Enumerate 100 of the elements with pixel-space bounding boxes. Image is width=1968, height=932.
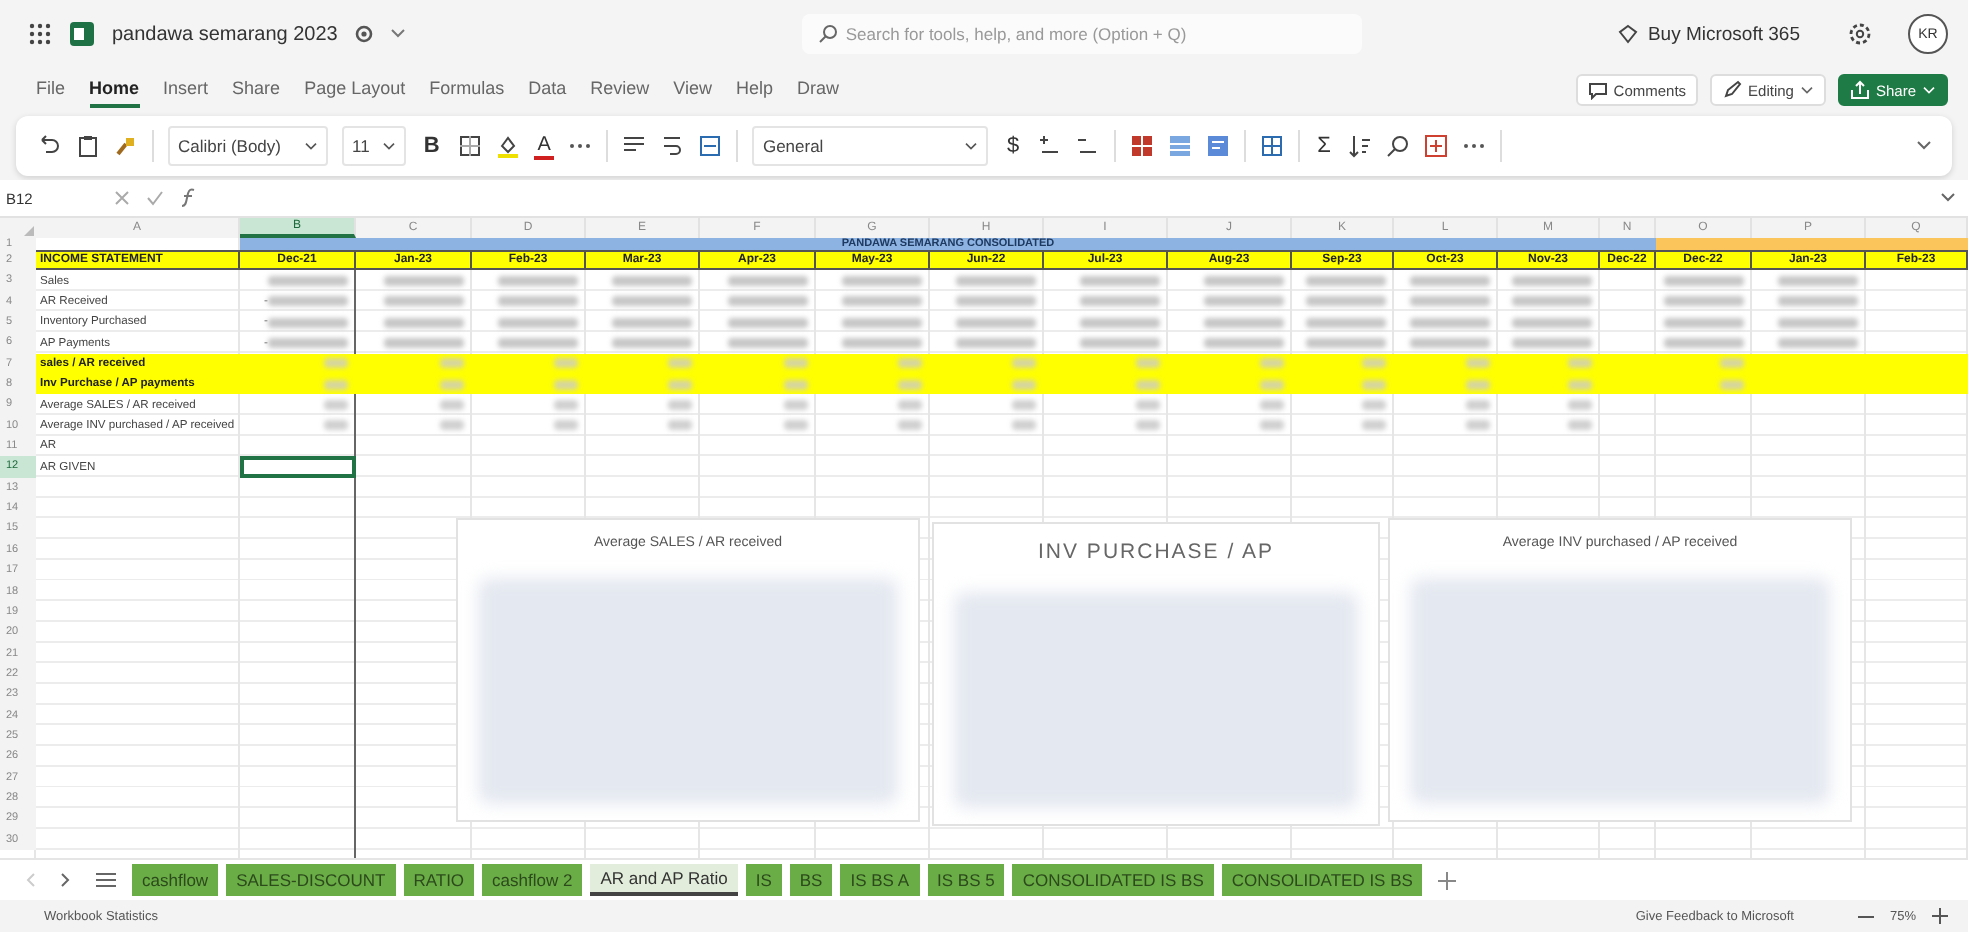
blurred-value <box>384 276 464 287</box>
font-dropdown[interactable]: Calibri (Body) <box>168 126 328 166</box>
menu-tab[interactable]: Page Layout <box>304 72 406 108</box>
blurred-value <box>898 400 922 411</box>
number-format-dropdown[interactable]: General <box>752 126 989 166</box>
sheet-tab[interactable]: CONSOLIDATED IS BS <box>1221 864 1423 896</box>
blurred-value <box>1012 379 1036 390</box>
align-icon[interactable] <box>622 136 647 156</box>
decrease-decimal-icon[interactable] <box>1075 134 1100 158</box>
sheet-tab[interactable]: IS <box>745 864 782 896</box>
cloud-sync-icon[interactable] <box>353 24 374 44</box>
menu-tab[interactable]: Share <box>232 72 281 108</box>
more-icon[interactable] <box>1462 142 1487 150</box>
cells-icon[interactable] <box>1259 134 1284 158</box>
blurred-value <box>956 338 1036 349</box>
increase-decimal-icon[interactable] <box>1037 134 1062 158</box>
add-ins-icon[interactable] <box>1424 134 1449 158</box>
blurred-value <box>324 379 348 390</box>
currency-button[interactable]: $ <box>1002 134 1024 158</box>
search-field[interactable]: Search for tools, help, and more (Option + Q) <box>801 14 1362 54</box>
blurred-value <box>612 296 692 307</box>
merge-icon[interactable] <box>698 134 723 158</box>
sheet-tab[interactable]: SALES-DISCOUNT <box>226 864 396 896</box>
blurred-value <box>384 296 464 307</box>
font-color-button[interactable]: A <box>533 133 555 159</box>
sheet-tab[interactable]: RATIO <box>403 864 475 896</box>
sheet-tab[interactable]: BS <box>789 864 833 896</box>
zoom-out-icon[interactable] <box>1857 913 1874 919</box>
clipboard-icon[interactable] <box>76 134 100 158</box>
document-title[interactable]: pandawa semarang 2023 <box>112 23 338 45</box>
menu-tab[interactable]: Insert <box>163 72 209 108</box>
blurred-value <box>268 296 348 307</box>
sheet-tab[interactable]: IS BS A <box>840 864 920 896</box>
add-sheet-icon[interactable] <box>1438 871 1457 889</box>
blurred-value <box>440 400 464 411</box>
menu-tab[interactable]: Data <box>528 72 567 108</box>
caret-icon[interactable] <box>389 28 406 40</box>
borders-icon[interactable] <box>457 134 482 158</box>
blurred-value <box>1362 358 1386 369</box>
blurred-value <box>728 296 808 307</box>
paintbrush-icon[interactable] <box>114 134 138 158</box>
blurred-value <box>498 276 578 287</box>
sheet-tab[interactable]: cashflow <box>132 864 219 896</box>
sheet-tab[interactable]: cashflow 2 <box>482 864 583 896</box>
blurred-value <box>1012 358 1036 369</box>
check-icon[interactable] <box>146 190 164 206</box>
caret-icon <box>304 141 318 151</box>
sheet-tab[interactable]: CONSOLIDATED IS BS <box>1012 864 1214 896</box>
fill-color-icon[interactable] <box>495 134 520 158</box>
caret-icon <box>1922 85 1936 95</box>
buy-button[interactable]: Buy Microsoft 365 <box>1643 19 1804 49</box>
blurred-value <box>784 358 808 369</box>
next-sheet-icon[interactable] <box>60 872 72 888</box>
menu-tab[interactable]: Formulas <box>429 72 505 108</box>
menu-icon[interactable] <box>96 872 116 888</box>
blurred-value <box>554 420 578 431</box>
blurred-value <box>1306 317 1386 328</box>
function-icon[interactable] <box>180 188 198 208</box>
blurred-value <box>612 317 692 328</box>
app-launcher-icon[interactable] <box>28 22 52 46</box>
menu-tab[interactable]: Review <box>590 72 650 108</box>
expand-icon[interactable] <box>1940 192 1956 204</box>
conditional-format-icon[interactable] <box>1129 134 1154 158</box>
caret-icon <box>1799 85 1814 95</box>
wrap-text-icon[interactable] <box>660 134 685 158</box>
more-icon[interactable] <box>568 142 593 150</box>
blurred-value <box>956 296 1036 307</box>
blurred-value <box>1080 296 1160 307</box>
menu-tab[interactable]: File <box>36 72 66 108</box>
bold-button[interactable]: B <box>419 134 444 158</box>
selected-cell[interactable] <box>240 456 356 478</box>
menu-tab[interactable]: Draw <box>797 72 840 108</box>
menu-tab[interactable]: Help <box>736 72 774 108</box>
font-size-dropdown[interactable]: 11 <box>342 126 406 166</box>
menu-tab[interactable]: Home <box>89 72 140 108</box>
blurred-value <box>1012 400 1036 411</box>
blurred-value <box>1306 276 1386 287</box>
caret-icon <box>964 141 979 151</box>
diamond-icon[interactable] <box>1617 24 1638 44</box>
blurred-value <box>612 276 692 287</box>
chart-title: INV PURCHASE / AP <box>1038 540 1274 564</box>
menu-tab[interactable]: View <box>673 72 713 108</box>
cell-styles-icon[interactable] <box>1205 134 1230 158</box>
blurred-value <box>956 317 1036 328</box>
sheet-tab[interactable]: AR and AP Ratio <box>590 864 738 896</box>
sheet-tab[interactable]: IS BS 5 <box>927 864 1005 896</box>
collapse-ribbon-icon[interactable] <box>1916 140 1932 152</box>
blurred-value <box>842 296 922 307</box>
blurred-value <box>898 420 922 431</box>
chart-card[interactable]: INV PURCHASE / AP <box>932 522 1380 826</box>
zoom-in-icon[interactable] <box>1932 908 1948 924</box>
undo-icon[interactable] <box>36 134 62 158</box>
autosum-button[interactable]: Σ <box>1313 134 1335 158</box>
blurred-value <box>1568 358 1592 369</box>
blurred-value <box>1568 400 1592 411</box>
blurred-value <box>668 400 692 411</box>
search-icon[interactable] <box>1386 134 1411 158</box>
settings-icon[interactable] <box>1848 22 1872 46</box>
sort-filter-icon[interactable] <box>1348 134 1373 158</box>
blurred-value <box>1466 400 1490 411</box>
